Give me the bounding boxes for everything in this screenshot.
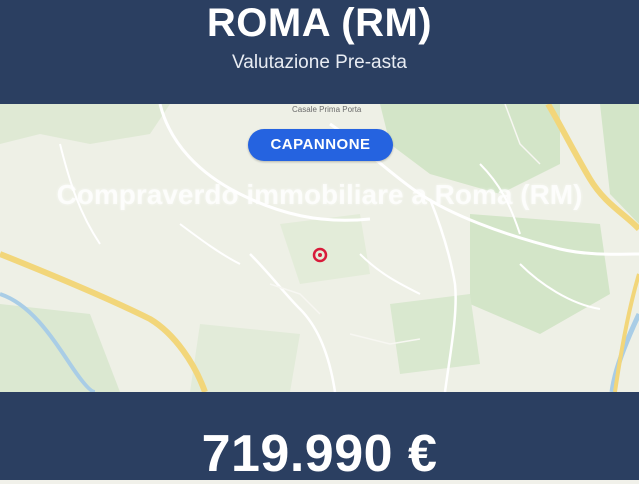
page-subtitle: Valutazione Pre-asta [232,52,407,73]
footer: 719.990 € [0,392,639,483]
property-type-badge[interactable]: CAPANNONE [248,129,393,161]
price: 719.990 € [201,425,438,483]
map-overlay-text: Compraverdo immobiliare a Roma (RM) [56,179,583,210]
header: ROMA (RM) Valutazione Pre-asta [0,0,639,104]
map-place-label: Casale Prima Porta [292,105,362,114]
city-title: ROMA (RM) [206,1,433,45]
